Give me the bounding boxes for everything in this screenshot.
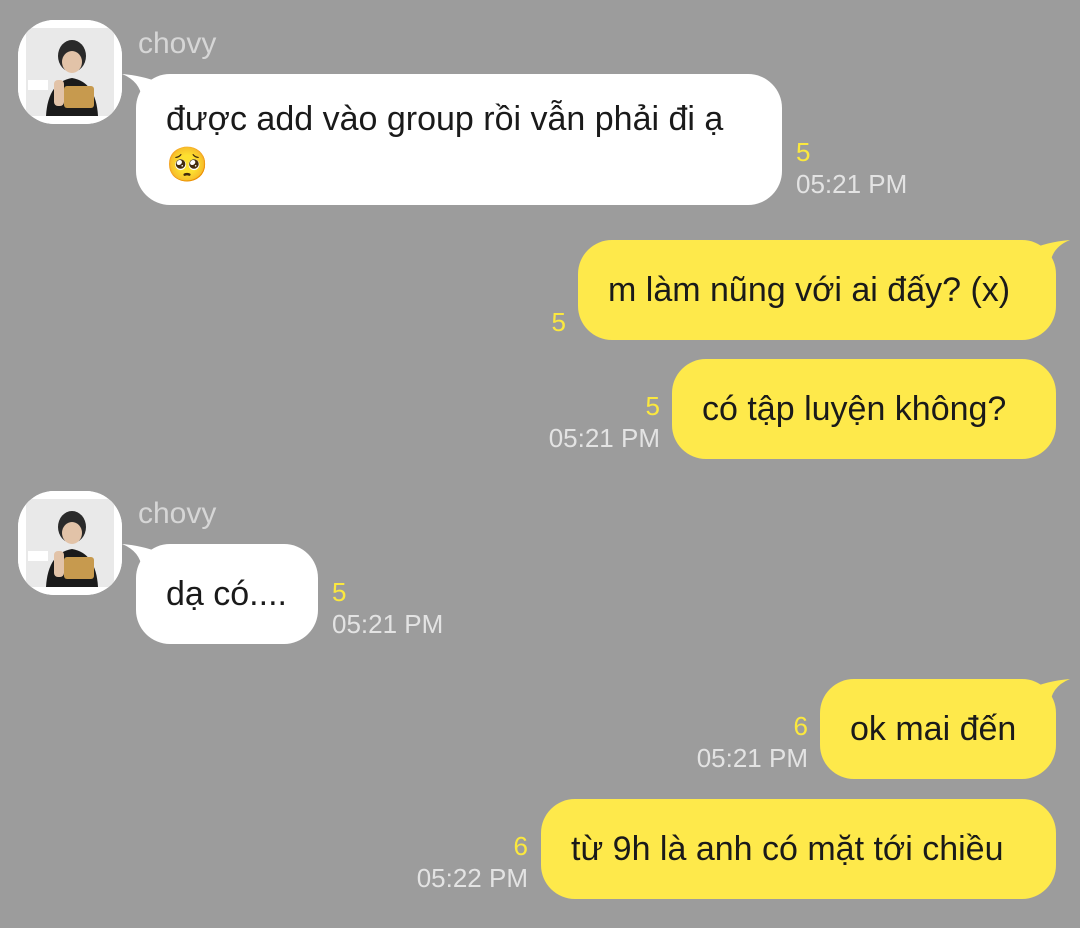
- message-bubble-outgoing[interactable]: có tập luyện không?: [672, 359, 1056, 459]
- sender-name: chovy: [138, 27, 217, 60]
- bubble-tail: [122, 74, 162, 102]
- timestamp: 05:21 PM: [796, 169, 908, 199]
- bubble-tail: [1030, 240, 1070, 268]
- timestamp: 05:21 PM: [332, 609, 444, 639]
- bubble-tail: [122, 544, 162, 572]
- avatar-photo-icon: [18, 20, 122, 124]
- message-bubble-incoming[interactable]: dạ có....: [122, 544, 318, 644]
- message-meta: 5: [552, 306, 566, 338]
- unread-count: 5: [796, 137, 811, 167]
- message-text: từ 9h là anh có mặt tới chiều: [571, 830, 1004, 868]
- pleading-face-icon: 🥺: [166, 146, 209, 184]
- unread-count: 5: [645, 391, 660, 421]
- message-bubble-incoming[interactable]: được add vào group rồi vẫn phải đi ạ 🥺: [122, 74, 782, 205]
- bubble-tail: [1030, 679, 1070, 707]
- unread-count: 6: [793, 711, 808, 741]
- avatar-photo-icon: [18, 491, 122, 595]
- message-meta: 5 05:21 PM: [796, 136, 907, 200]
- unread-count: 5: [551, 307, 566, 337]
- message-bubble-outgoing[interactable]: từ 9h là anh có mặt tới chiều: [541, 799, 1056, 899]
- unread-count: 5: [332, 577, 347, 607]
- message-meta: 5 05:21 PM: [332, 576, 443, 640]
- timestamp: 05:22 PM: [416, 863, 528, 893]
- sender-avatar[interactable]: [18, 491, 122, 595]
- message-text: ok mai đến: [850, 710, 1017, 748]
- message-meta: 6 05:22 PM: [417, 830, 528, 894]
- message-meta: 5 05:21 PM: [549, 390, 660, 454]
- timestamp: 05:21 PM: [696, 743, 808, 773]
- unread-count: 6: [513, 831, 528, 861]
- message-text: có tập luyện không?: [702, 390, 1007, 428]
- message-text: được add vào group rồi vẫn phải đi ạ: [166, 100, 724, 138]
- chat-view: chovy được add vào group rồi vẫn phải đi…: [0, 0, 1080, 928]
- sender-avatar[interactable]: [18, 20, 122, 124]
- sender-name: chovy: [138, 497, 217, 530]
- timestamp: 05:21 PM: [548, 423, 660, 453]
- message-bubble-outgoing[interactable]: m làm nũng với ai đấy? (x): [578, 240, 1070, 340]
- message-meta: 6 05:21 PM: [697, 710, 808, 774]
- message-text: m làm nũng với ai đấy? (x): [608, 271, 1011, 309]
- message-bubble-outgoing[interactable]: ok mai đến: [820, 679, 1070, 779]
- message-text: dạ có....: [166, 575, 287, 613]
